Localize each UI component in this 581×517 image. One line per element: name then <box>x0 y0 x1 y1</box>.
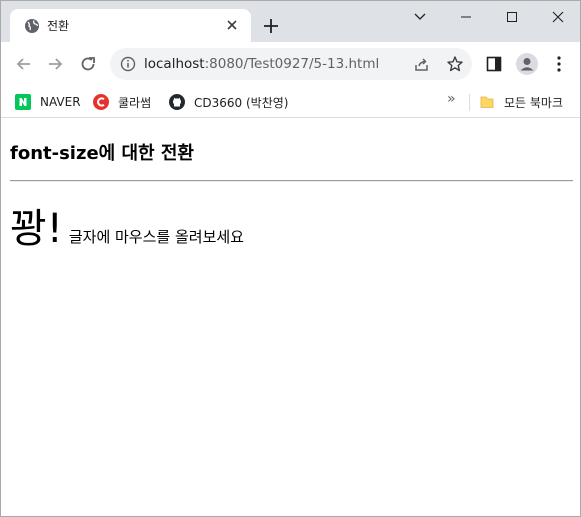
toolbar: localhost:8080/Test0927/5-13.html <box>1 42 580 86</box>
forward-arrow-icon[interactable] <box>45 54 65 74</box>
new-tab-plus-icon[interactable] <box>261 16 281 36</box>
bookmarks-overflow-chevron[interactable]: » <box>447 91 456 107</box>
kebab-menu-icon[interactable] <box>551 55 567 73</box>
hover-hint-text: 글자에 마우스를 올려보세요 <box>68 228 244 246</box>
maximize-icon <box>507 12 517 22</box>
maximize-button[interactable] <box>489 5 535 29</box>
page-content: font-size에 대한 전환 꽝! 글자에 마우스를 올려보세요 <box>1 119 580 516</box>
side-panel-icon[interactable] <box>486 56 502 72</box>
bookmark-all-bookmarks[interactable]: 모든 북마크 <box>479 92 563 112</box>
star-bookmark-icon[interactable] <box>446 55 464 73</box>
folder-icon <box>480 96 494 108</box>
minimize-icon <box>461 16 471 18</box>
url-host: localhost <box>144 56 205 72</box>
horizontal-rule <box>10 180 573 182</box>
tab-title: 전환 <box>47 19 70 33</box>
close-window-button[interactable] <box>535 5 580 29</box>
tab-active[interactable]: 전환 <box>10 9 251 42</box>
github-icon <box>169 94 185 110</box>
bookmark-github[interactable]: CD3660 (박찬영) <box>169 92 288 112</box>
page-title: font-size에 대한 전환 <box>10 143 194 164</box>
tab-search-button[interactable] <box>397 5 443 29</box>
reload-icon[interactable] <box>78 54 98 74</box>
hover-transition-text[interactable]: 꽝! <box>10 205 63 253</box>
naver-icon <box>15 94 31 110</box>
url-path: :8080/Test0927/5-13.html <box>204 56 380 72</box>
tab-strip: 전환 <box>1 1 580 42</box>
minimize-button[interactable] <box>443 5 489 29</box>
globe-icon <box>25 19 39 33</box>
bookmark-naver[interactable]: NAVER <box>15 92 81 112</box>
bookmark-label: 쿨라썸 <box>118 95 152 110</box>
bookmark-label: CD3660 (박찬영) <box>194 95 289 110</box>
url-text: localhost:8080/Test0927/5-13.html <box>144 56 379 72</box>
share-icon[interactable] <box>413 56 430 73</box>
address-bar[interactable]: localhost:8080/Test0927/5-13.html <box>110 48 472 80</box>
bookmark-coupang[interactable]: 쿨라썸 <box>93 92 151 112</box>
browser-window: 전환 localhost:8080/Test0927/5-13.html NAV… <box>0 0 581 517</box>
back-arrow-icon[interactable] <box>14 54 34 74</box>
info-icon[interactable] <box>120 56 136 72</box>
transition-demo: 꽝! 글자에 마우스를 올려보세요 <box>10 205 244 253</box>
bookmark-label: 모든 북마크 <box>504 95 564 110</box>
chevron-down-icon <box>414 13 426 20</box>
close-icon[interactable] <box>224 17 240 33</box>
close-window-icon <box>552 11 564 23</box>
bookmarks-bar: NAVER 쿨라썸 CD3660 (박찬영) » 모든 북마크 <box>1 86 580 118</box>
bookmarks-divider <box>469 94 470 111</box>
bookmark-label: NAVER <box>40 95 81 109</box>
profile-avatar-icon[interactable] <box>515 52 539 76</box>
coupang-c-icon <box>93 94 109 110</box>
